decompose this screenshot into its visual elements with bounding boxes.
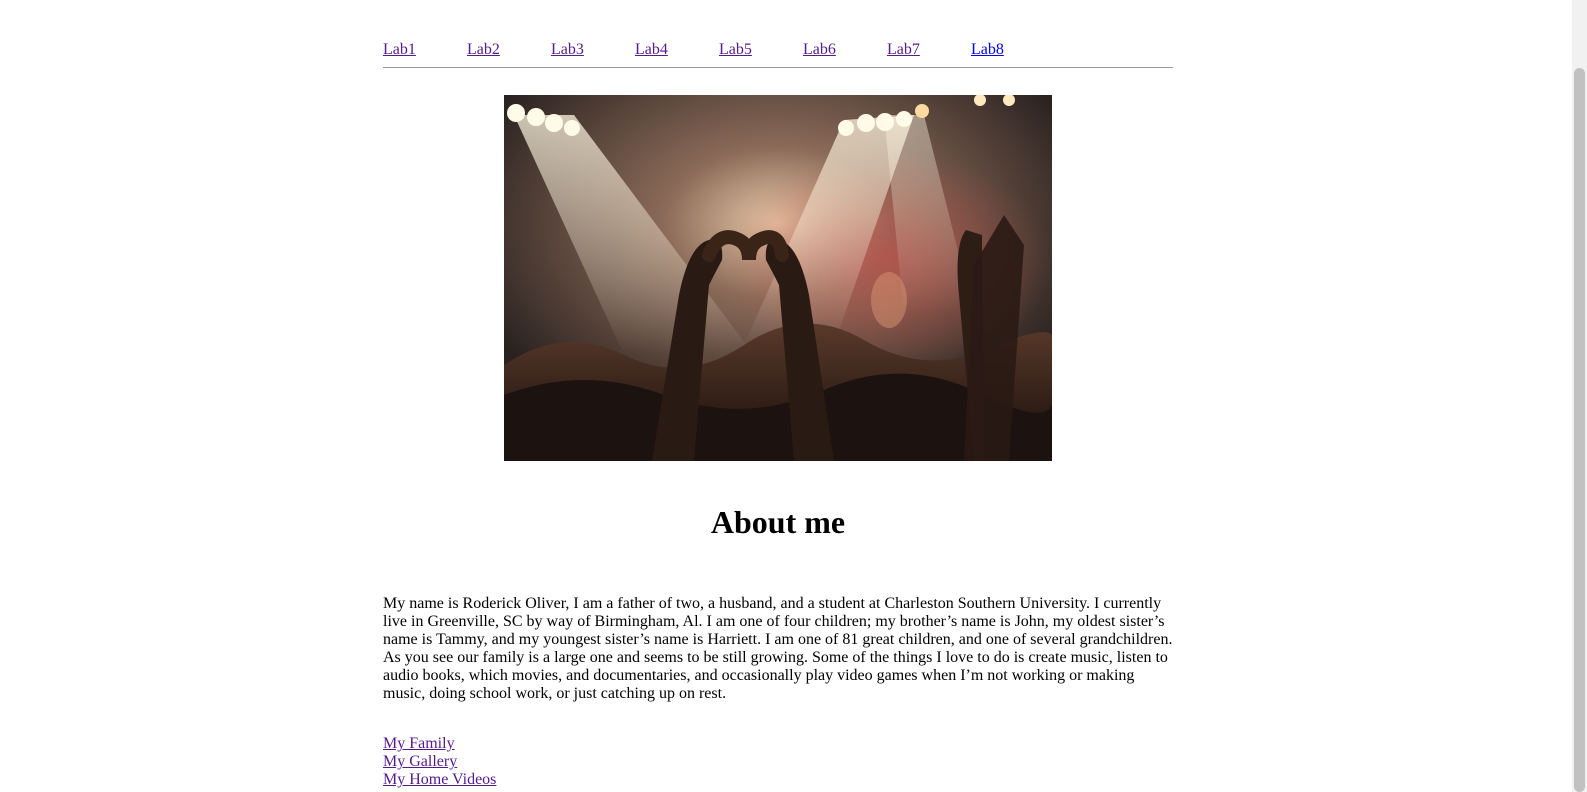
scrollbar-thumb[interactable]: [1574, 68, 1585, 792]
nav-link-lab7[interactable]: Lab7: [887, 40, 920, 60]
my-family-link[interactable]: My Family: [383, 735, 1173, 753]
nav-link-lab5[interactable]: Lab5: [719, 40, 752, 60]
nav-link-lab4[interactable]: Lab4: [635, 40, 668, 60]
page-links: My Family My Gallery My Home Videos: [383, 735, 1173, 789]
page: Lab1 Lab2 Lab3 Lab4 Lab5 Lab6 Lab7 Lab8: [0, 0, 1587, 792]
nav-link-lab6[interactable]: Lab6: [803, 40, 836, 60]
about-heading: About me: [710, 504, 846, 540]
lab-nav: Lab1 Lab2 Lab3 Lab4 Lab5 Lab6 Lab7 Lab8: [383, 40, 1173, 60]
my-gallery-link[interactable]: My Gallery: [383, 753, 1173, 771]
hero-image: [504, 95, 1052, 461]
nav-divider: [383, 67, 1173, 68]
vertical-scrollbar[interactable]: [1572, 0, 1587, 792]
nav-link-lab2[interactable]: Lab2: [467, 40, 500, 60]
nav-link-lab1[interactable]: Lab1: [383, 40, 416, 60]
about-paragraph: My name is Roderick Oliver, I am a fathe…: [383, 595, 1173, 702]
nav-link-lab3[interactable]: Lab3: [551, 40, 584, 60]
nav-link-lab8[interactable]: Lab8: [971, 40, 1004, 60]
my-home-videos-link[interactable]: My Home Videos: [383, 771, 1173, 789]
